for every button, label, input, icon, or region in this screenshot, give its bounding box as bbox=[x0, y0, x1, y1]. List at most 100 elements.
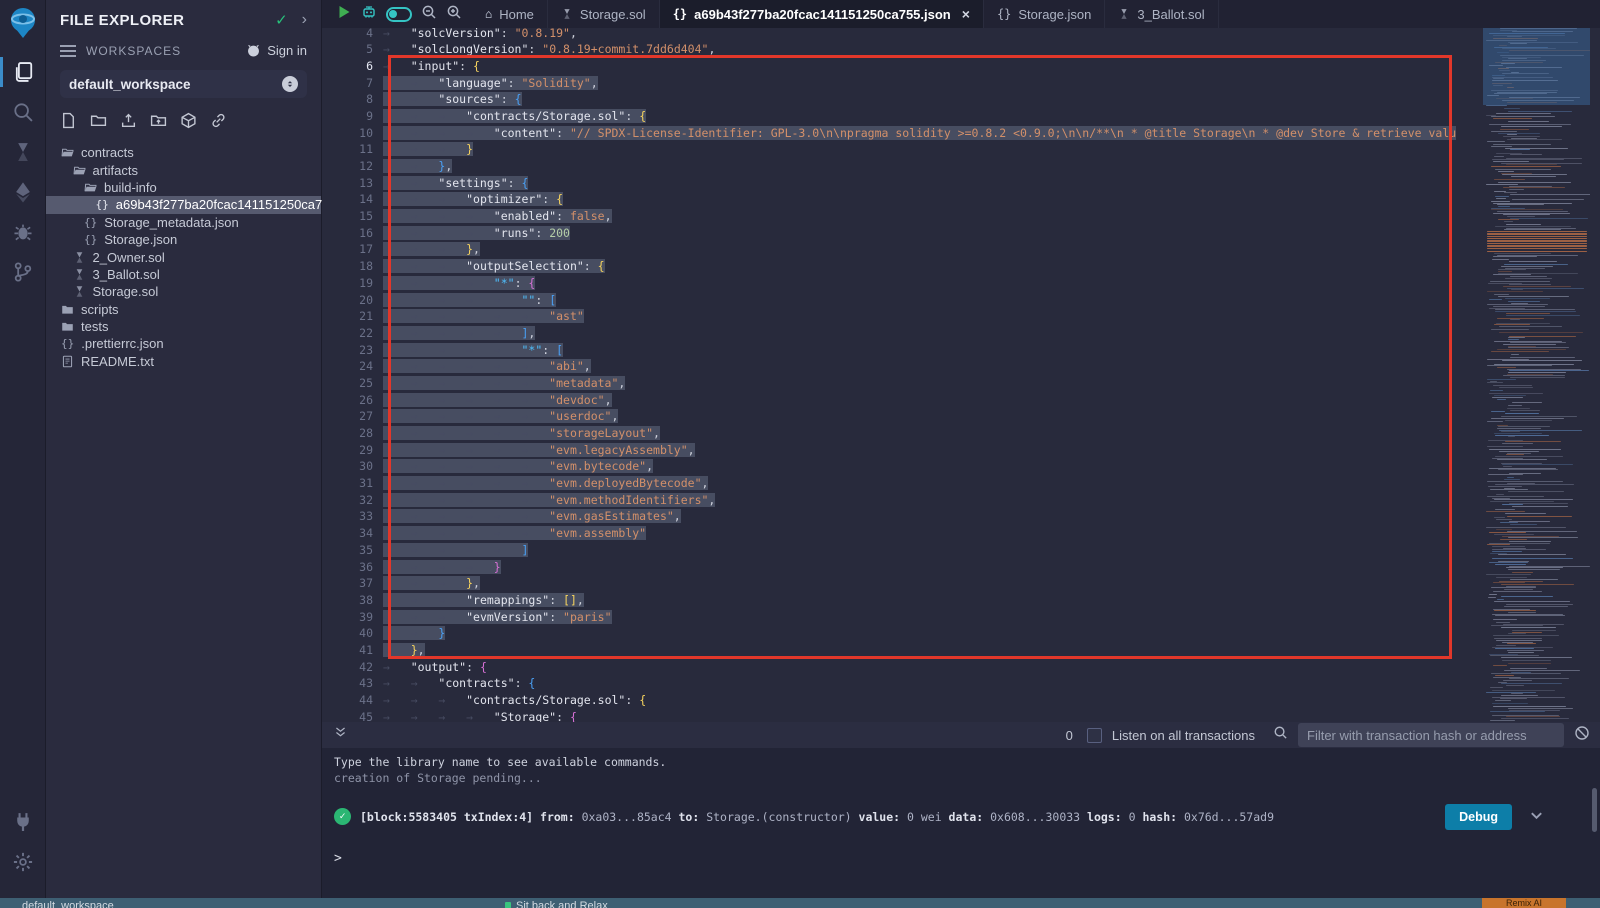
code-line[interactable]: 28→ → → → → → "storageLayout", bbox=[322, 425, 1456, 442]
code-line[interactable]: 21→ → → → → → "ast" bbox=[322, 308, 1456, 325]
code-line[interactable]: 32→ → → → → → "evm.methodIdentifiers", bbox=[322, 492, 1456, 509]
code-line[interactable]: 37→ → → }, bbox=[322, 575, 1456, 592]
tree-item[interactable]: scripts bbox=[46, 301, 321, 318]
search-icon[interactable] bbox=[0, 92, 46, 132]
tree-item[interactable]: {}a69b43f277ba20fcac141151250ca7... bbox=[46, 196, 321, 213]
code-line[interactable]: 30→ → → → → → "evm.bytecode", bbox=[322, 458, 1456, 475]
tab-Storage.sol[interactable]: Storage.sol bbox=[548, 0, 660, 28]
plugin-manager-icon[interactable] bbox=[0, 802, 46, 842]
code-line[interactable]: 22→ → → → → ], bbox=[322, 325, 1456, 342]
terminal-log[interactable]: Type the library name to see available c… bbox=[322, 748, 1600, 898]
tree-item[interactable]: artifacts bbox=[46, 161, 321, 178]
code-line[interactable]: 42→ "output": { bbox=[322, 659, 1456, 676]
code-line[interactable]: 33→ → → → → → "evm.gasEstimates", bbox=[322, 508, 1456, 525]
code-line[interactable]: 27→ → → → → → "userdoc", bbox=[322, 408, 1456, 425]
code-line[interactable]: 8→ → "sources": { bbox=[322, 91, 1456, 108]
copilot-toggle[interactable] bbox=[386, 7, 412, 22]
code-line[interactable]: 16→ → → → "runs": 200 bbox=[322, 225, 1456, 242]
code-line[interactable]: 44→ → → "contracts/Storage.sol": { bbox=[322, 692, 1456, 709]
tab-Home[interactable]: ⌂Home bbox=[472, 0, 548, 28]
terminal-scrollbar[interactable] bbox=[1592, 788, 1597, 832]
code-line[interactable]: 12→ → }, bbox=[322, 158, 1456, 175]
tab-a69b43f277ba20fcac141151250ca755.json[interactable]: {}a69b43f277ba20fcac141151250ca755.json× bbox=[660, 0, 984, 28]
code-line[interactable]: 36→ → → → } bbox=[322, 559, 1456, 576]
code-line[interactable]: 13→ → "settings": { bbox=[322, 175, 1456, 192]
tree-item[interactable]: {}Storage.json bbox=[46, 231, 321, 248]
code-line[interactable]: 40→ → } bbox=[322, 625, 1456, 642]
tree-item[interactable]: 3_Ballot.sol bbox=[46, 266, 321, 283]
code-line[interactable]: 43→ → "contracts": { bbox=[322, 675, 1456, 692]
code-editor[interactable]: 4→ "solcVersion": "0.8.19",5→ "solcLongV… bbox=[322, 28, 1600, 722]
code-line[interactable]: 17→ → → }, bbox=[322, 241, 1456, 258]
code-line[interactable]: 14→ → → "optimizer": { bbox=[322, 191, 1456, 208]
code-line[interactable]: 39→ → → "evmVersion": "paris" bbox=[322, 609, 1456, 626]
code-line[interactable]: 4→ "solcVersion": "0.8.19", bbox=[322, 28, 1456, 41]
remix-logo[interactable] bbox=[5, 6, 41, 42]
tree-item[interactable]: tests bbox=[46, 318, 321, 335]
transaction-row[interactable]: ✓ [block:5583405 txIndex:4] from: 0xa03.… bbox=[334, 808, 1600, 825]
tree-item[interactable]: 2_Owner.sol bbox=[46, 248, 321, 265]
collapse-terminal-icon[interactable] bbox=[334, 726, 347, 744]
link-icon[interactable] bbox=[210, 112, 227, 132]
close-tab-icon[interactable]: × bbox=[962, 6, 970, 22]
zoom-out-icon[interactable] bbox=[421, 4, 437, 25]
code-line[interactable]: 25→ → → → → → "metadata", bbox=[322, 375, 1456, 392]
tree-item[interactable]: README.txt bbox=[46, 353, 321, 370]
sign-in-button[interactable]: Sign in bbox=[246, 43, 307, 58]
debug-button[interactable]: Debug bbox=[1445, 804, 1512, 830]
minimap-viewport[interactable] bbox=[1483, 28, 1590, 105]
tree-item[interactable]: {}.prettierrc.json bbox=[46, 335, 321, 352]
code-line[interactable]: 45→ → → → "Storage": { bbox=[322, 709, 1456, 722]
tab-3_Ballot.sol[interactable]: 3_Ballot.sol bbox=[1105, 0, 1218, 28]
expand-tx-icon[interactable] bbox=[1529, 808, 1544, 826]
zoom-in-icon[interactable] bbox=[446, 4, 462, 25]
upload-file-icon[interactable] bbox=[120, 112, 137, 132]
file-explorer-icon[interactable] bbox=[0, 52, 46, 92]
statusbar-ai-badge[interactable]: Remix AI bbox=[1482, 898, 1566, 908]
deploy-run-icon[interactable] bbox=[0, 172, 46, 212]
code-line[interactable]: 38→ → → "remappings": [], bbox=[322, 592, 1456, 609]
cube-icon[interactable] bbox=[180, 112, 197, 132]
code-line[interactable]: 20→ → → → → "": [ bbox=[322, 292, 1456, 309]
tree-item[interactable]: contracts bbox=[46, 144, 321, 161]
settings-icon[interactable] bbox=[0, 842, 46, 882]
code-line[interactable]: 26→ → → → → → "devdoc", bbox=[322, 392, 1456, 409]
statusbar-workspace[interactable]: default_workspace bbox=[22, 900, 114, 908]
new-folder-icon[interactable] bbox=[90, 112, 107, 132]
workspace-dropdown-icon[interactable] bbox=[282, 76, 298, 92]
terminal-prompt[interactable]: > bbox=[334, 851, 1600, 866]
new-file-icon[interactable] bbox=[60, 112, 77, 132]
tab-Storage.json[interactable]: {}Storage.json bbox=[984, 0, 1105, 28]
tree-item[interactable]: build-info bbox=[46, 179, 321, 196]
code-line[interactable]: 34→ → → → → → "evm.assembly" bbox=[322, 525, 1456, 542]
code-line[interactable]: 35→ → → → → ] bbox=[322, 542, 1456, 559]
chevron-right-icon[interactable]: › bbox=[302, 11, 307, 29]
code-line[interactable]: 18→ → → "outputSelection": { bbox=[322, 258, 1456, 275]
code-line[interactable]: 10→ → → → "content": "// SPDX-License-Id… bbox=[322, 125, 1456, 142]
run-script-button[interactable] bbox=[336, 4, 352, 25]
tree-item[interactable]: {}Storage_metadata.json bbox=[46, 214, 321, 231]
search-icon[interactable] bbox=[1273, 725, 1288, 745]
code-line[interactable]: 11→ → → } bbox=[322, 141, 1456, 158]
code-line[interactable]: 23→ → → → → "*": [ bbox=[322, 342, 1456, 359]
solidity-compiler-icon[interactable] bbox=[0, 132, 46, 172]
code-line[interactable]: 9→ → → "contracts/Storage.sol": { bbox=[322, 108, 1456, 125]
tree-item[interactable]: Storage.sol bbox=[46, 283, 321, 300]
workspace-select[interactable]: default_workspace bbox=[60, 70, 307, 98]
code-line[interactable]: 29→ → → → → → "evm.legacyAssembly", bbox=[322, 442, 1456, 459]
code-line[interactable]: 7→ → "language": "Solidity", bbox=[322, 75, 1456, 92]
code-line[interactable]: 19→ → → → "*": { bbox=[322, 275, 1456, 292]
code-line[interactable]: 24→ → → → → → "abi", bbox=[322, 358, 1456, 375]
tx-filter-input[interactable] bbox=[1298, 723, 1564, 747]
listen-checkbox[interactable] bbox=[1087, 728, 1102, 743]
code-line[interactable]: 5→ "solcLongVersion": "0.8.19+commit.7dd… bbox=[322, 41, 1456, 58]
code-line[interactable]: 6→ "input": { bbox=[322, 58, 1456, 75]
git-icon[interactable] bbox=[0, 252, 46, 292]
debugger-icon[interactable] bbox=[0, 212, 46, 252]
minimap[interactable] bbox=[1483, 28, 1590, 722]
workspace-menu-icon[interactable] bbox=[60, 45, 76, 57]
upload-folder-icon[interactable] bbox=[150, 112, 167, 132]
code-line[interactable]: 15→ → → → "enabled": false, bbox=[322, 208, 1456, 225]
code-line[interactable]: 31→ → → → → → "evm.deployedBytecode", bbox=[322, 475, 1456, 492]
clear-console-icon[interactable] bbox=[1574, 725, 1590, 746]
